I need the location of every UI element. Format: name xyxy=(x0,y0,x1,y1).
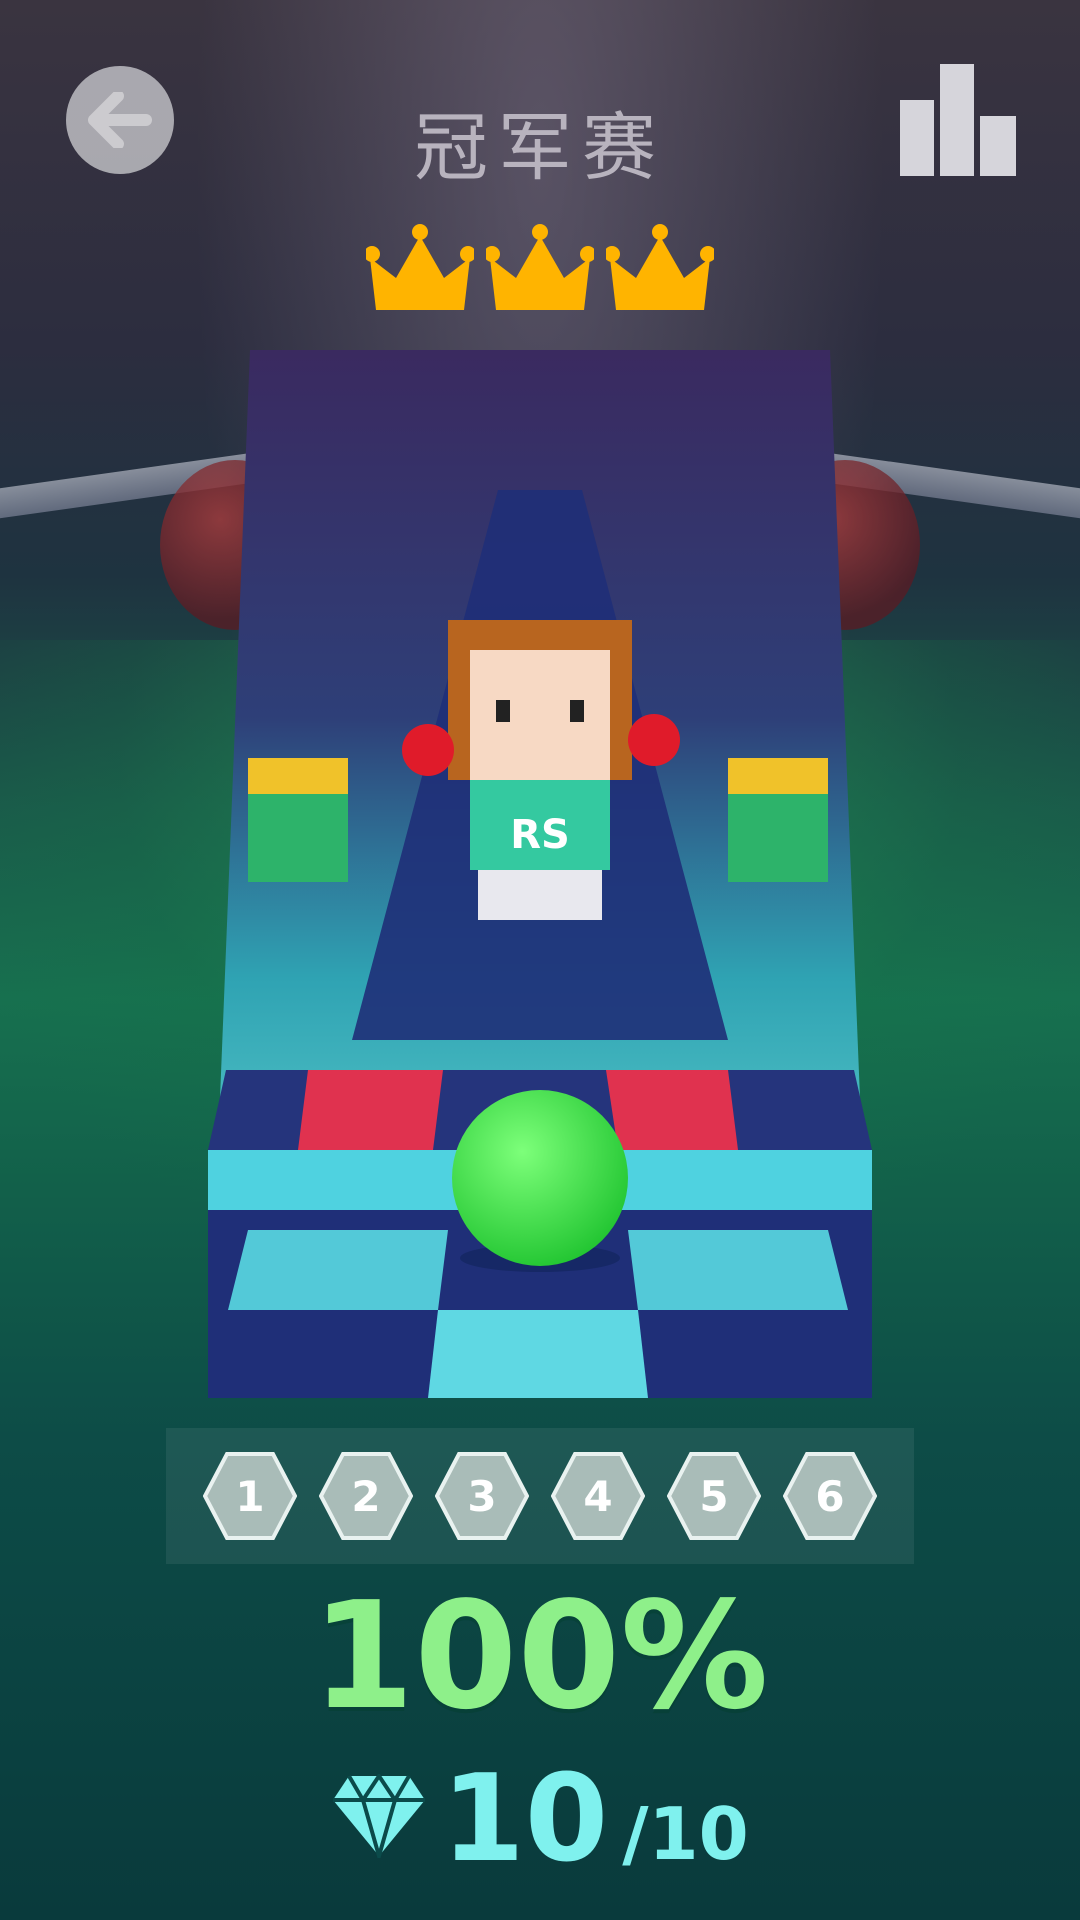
level-preview[interactable]: RS xyxy=(208,350,872,1398)
level-label: 2 xyxy=(351,1471,381,1521)
level-button[interactable]: 3 xyxy=(435,1452,529,1540)
gems-total: /10 xyxy=(622,1792,749,1876)
level-label: 1 xyxy=(235,1471,265,1521)
completion-percent: 100% xyxy=(311,1570,769,1742)
diamond-icon xyxy=(333,1774,426,1858)
crown-icon xyxy=(366,224,474,310)
gem-counter: 10 /10 xyxy=(0,1760,1080,1880)
level-button[interactable]: 5 xyxy=(667,1452,761,1540)
leaderboard-button[interactable] xyxy=(900,64,1016,176)
crown-icon xyxy=(606,224,714,310)
popcorn-bucket-right xyxy=(728,758,828,882)
level-label: 5 xyxy=(699,1471,729,1521)
crown-icon xyxy=(486,224,594,310)
level-label: 4 xyxy=(583,1471,613,1521)
level-button[interactable]: 2 xyxy=(319,1452,413,1540)
level-selector: 1 2 3 4 5 6 xyxy=(166,1428,914,1564)
level-label: 3 xyxy=(467,1471,497,1521)
popcorn-bucket-left xyxy=(248,758,348,882)
level-button[interactable]: 4 xyxy=(551,1452,645,1540)
level-button[interactable]: 6 xyxy=(783,1452,877,1540)
star-rating xyxy=(0,220,1080,320)
jersey-text: RS xyxy=(510,812,570,858)
gems-collected: 10 xyxy=(441,1750,609,1889)
level-button[interactable]: 1 xyxy=(203,1452,297,1540)
bar-chart-icon xyxy=(900,64,1016,176)
player-ball xyxy=(452,1090,628,1266)
level-label: 6 xyxy=(815,1471,845,1521)
